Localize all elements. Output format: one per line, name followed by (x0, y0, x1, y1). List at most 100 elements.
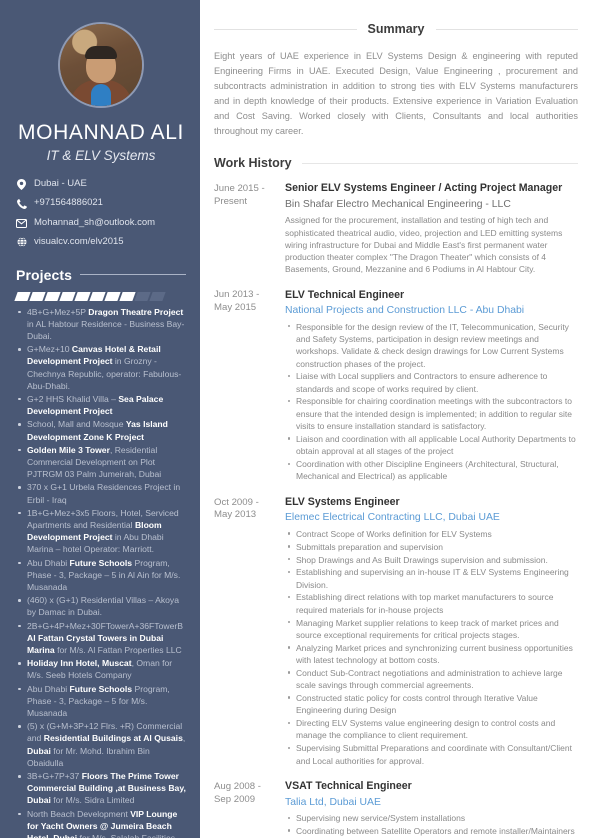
projects-heading-rule (80, 274, 186, 276)
project-item: G+2 HHS Khalid Villa – Sea Palace Develo… (16, 393, 186, 417)
globe-icon (16, 237, 27, 248)
job-body: ELV Technical Engineer National Projects … (278, 289, 578, 483)
job-bullet: Conduct Sub-Contract negotiations and ad… (285, 667, 578, 692)
job-bullet: Responsible for chairing coordination me… (285, 395, 578, 432)
project-item-text: 370 x G+1 Urbela Residences Project in E… (27, 482, 181, 505)
summary-heading-label: Summary (367, 22, 425, 36)
rating-segment-filled (59, 291, 76, 301)
job-bullet-list: Supervising new service/System installat… (285, 812, 578, 838)
work-history-list: June 2015 - Present Senior ELV Systems En… (214, 182, 578, 838)
job-bullet: Constructed static policy for costs cont… (285, 692, 578, 717)
avatar-shirt (91, 84, 111, 106)
job-bullet: Contract Scope of Works definition for E… (285, 528, 578, 540)
project-item: Abu Dhabi Future Schools Program, Phase … (16, 683, 186, 720)
project-item-text: 2B+G+4P+Mez+30FTowerA+36FTowerB (27, 620, 183, 631)
job-bullet: Shop Drawings and As Built Drawings supe… (285, 554, 578, 566)
project-item-emphasis: Residential Buildings at Al Qusais (43, 733, 183, 744)
project-item: North Beach Development VIP Lounge for Y… (16, 808, 186, 838)
projects-list: 4B+G+Mez+5P Dragon Theatre Project in AL… (16, 306, 186, 838)
work-history-entry: Jun 2013 - May 2015 ELV Technical Enginee… (214, 289, 578, 483)
project-item-text: for M/s. Al Fattan Properties LLC (54, 645, 182, 655)
job-bullet: Establishing direct relations with top m… (285, 591, 578, 616)
contact-email[interactable]: Mohannad_sh@outlook.com (16, 217, 186, 229)
project-item: 4B+G+Mez+5P Dragon Theatre Project in AL… (16, 306, 186, 343)
project-item: Abu Dhabi Future Schools Program, Phase … (16, 557, 186, 594)
job-company[interactable]: Talia Ltd, Dubai UAE (285, 796, 578, 810)
job-dates: Oct 2009 - May 2013 (214, 496, 259, 521)
avatar (58, 22, 144, 108)
work-history-entry: June 2015 - Present Senior ELV Systems En… (214, 182, 578, 275)
job-role: ELV Technical Engineer (285, 288, 405, 301)
contact-email-value: Mohannad_sh@outlook.com (34, 216, 156, 228)
job-bullet: Establishing and supervising an in-house… (285, 566, 578, 591)
job-bullet-list: Contract Scope of Works definition for E… (285, 528, 578, 767)
rating-segment-filled (104, 291, 121, 301)
project-item-text: Abu Dhabi (27, 557, 70, 568)
job-bullet: Supervising new service/System installat… (285, 812, 578, 824)
job-bullet: Directing ELV Systems value engineering … (285, 717, 578, 742)
work-history-rule (301, 162, 578, 164)
project-item: 370 x G+1 Urbela Residences Project in E… (16, 481, 186, 505)
rating-segment-empty (149, 291, 166, 301)
project-item: Golden Mile 3 Tower, Residential Commerc… (16, 444, 186, 481)
work-history-heading: Work History (214, 156, 578, 170)
job-company[interactable]: Elemec Electrical Contracting LLC, Dubai… (285, 511, 578, 525)
job-bullet: Managing Market supplier relations to ke… (285, 617, 578, 642)
main-content: Summary Eight years of UAE experience in… (200, 0, 594, 838)
project-item-emphasis: Holiday Inn Hotel, Muscat (27, 658, 132, 669)
job-body: Senior ELV Systems Engineer / Acting Pro… (278, 182, 578, 275)
contact-phone-value: +971564886021 (34, 197, 103, 209)
rating-segment-filled (14, 291, 31, 301)
project-item-text: 4B+G+Mez+5P (27, 306, 89, 317)
work-history-heading-label: Work History (214, 156, 292, 171)
project-item-text: G+2 HHS Khalid Villa – (27, 393, 119, 404)
project-item-text: in AL Habtour Residence - Business Bay- … (27, 318, 185, 341)
projects-rating-bar (14, 291, 186, 301)
job-bullet: Liaise with Local suppliers and Contract… (285, 370, 578, 395)
job-dates: June 2015 - Present (214, 182, 265, 207)
contact-phone[interactable]: +971564886021 (16, 197, 186, 209)
envelope-icon (16, 218, 27, 228)
project-item-text: Abu Dhabi (27, 683, 70, 694)
sidebar: MOHANNAD ALI IT & ELV Systems Dubai - UA… (0, 0, 200, 838)
profile-name: MOHANNAD ALI (18, 121, 184, 144)
project-item-text: for M/s. Sidra Limited (50, 795, 135, 806)
project-item-emphasis: Dragon Theatre Project (88, 306, 184, 317)
project-item-text: School, Mall and Mosque (27, 419, 126, 430)
project-item-emphasis: Dubai (27, 745, 51, 756)
projects-heading-label: Projects (16, 266, 73, 283)
job-company[interactable]: National Projects and Construction LLC -… (285, 304, 578, 318)
job-bullet: Responsible for the design review of the… (285, 321, 578, 370)
project-item: (5) x (G+M+3P+12 Flrs. +R) Commercial an… (16, 720, 186, 769)
contact-location[interactable]: Dubai - UAE (16, 178, 186, 190)
project-item: (460) x (G+1) Residential Villas – Akoya… (16, 594, 186, 618)
project-item-emphasis: Golden Mile 3 Tower (27, 444, 110, 455)
contact-location-value: Dubai - UAE (34, 178, 87, 190)
work-history-entry: Aug 2008 - Sep 2009 VSAT Technical Engine… (214, 780, 578, 838)
job-bullet-list: Responsible for the design review of the… (285, 321, 578, 483)
job-bullet: Coordination with other Discipline Engin… (285, 458, 578, 483)
projects-heading: Projects (16, 267, 186, 283)
phone-icon (16, 198, 27, 209)
project-item-text: G+Mez+10 (27, 344, 72, 355)
rating-segment-filled (119, 291, 136, 301)
job-dates: Jun 2013 - May 2015 (214, 289, 260, 314)
job-dates: Aug 2008 - Sep 2009 (214, 780, 261, 805)
rating-segment-filled (89, 291, 106, 301)
project-item-text: 3B+G+7P+37 (27, 771, 82, 782)
job-role: Senior ELV Systems Engineer / Acting Pro… (285, 182, 563, 195)
job-role: VSAT Technical Engineer (285, 780, 412, 793)
work-history-entry: Oct 2009 - May 2013 ELV Systems Engineer E… (214, 496, 578, 767)
project-item-text: (460) x (G+1) Residential Villas – Akoya… (27, 595, 179, 618)
summary-rule-right (435, 28, 579, 30)
job-body: VSAT Technical Engineer Talia Ltd, Dubai … (278, 780, 578, 838)
summary-heading: Summary (214, 22, 579, 36)
contact-website[interactable]: visualcv.com/elv2015 (16, 236, 186, 248)
contact-website-value: visualcv.com/elv2015 (34, 236, 124, 248)
map-pin-icon (16, 178, 27, 190)
contact-list: Dubai - UAE +971564886021 Mohannad_sh@ou… (16, 178, 186, 248)
job-body: ELV Systems Engineer Elemec Electrical Co… (278, 496, 578, 767)
avatar-container (16, 22, 186, 108)
job-bullet: Supervising Submittal Preparations and c… (285, 742, 578, 767)
project-item: 3B+G+7P+37 Floors The Prime Tower Commer… (16, 770, 186, 807)
